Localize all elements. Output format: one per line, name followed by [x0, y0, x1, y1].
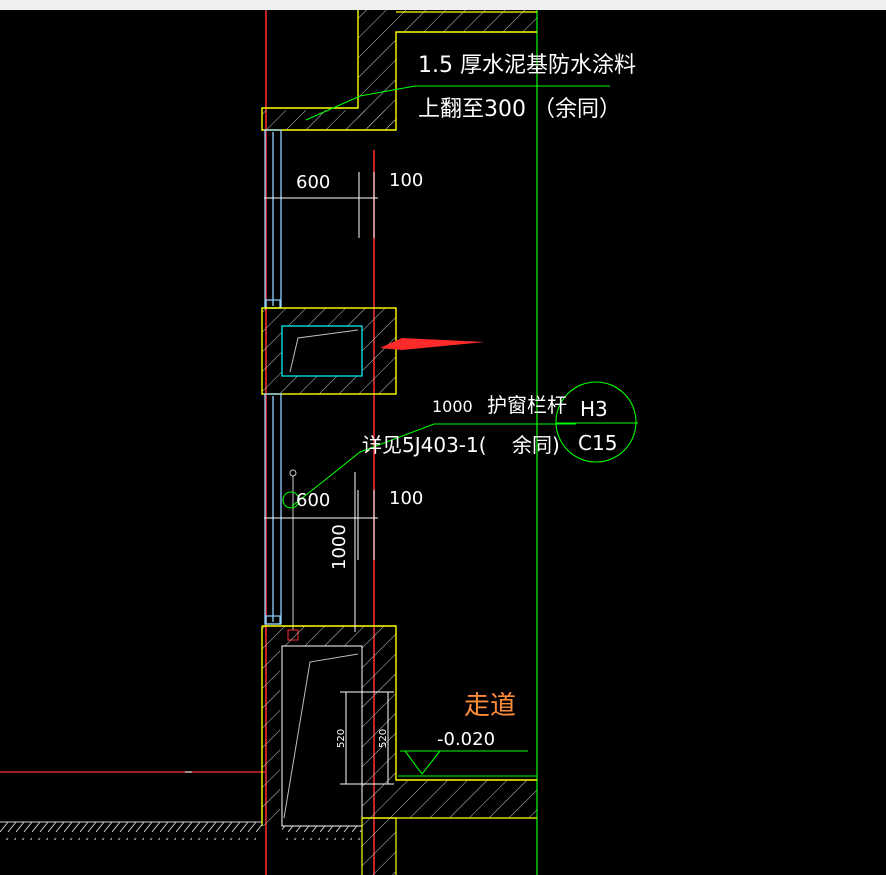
top-slab-hatch	[396, 10, 537, 32]
lower-width-dim: 600	[296, 490, 330, 511]
railing-reference: 详见5J403-1(	[362, 433, 487, 457]
upper-width-dim: 600	[296, 172, 330, 193]
floor-slab-hatch	[362, 780, 537, 818]
section-symbol-bottom: C15	[578, 431, 617, 455]
railing-height-dim: 1000	[329, 524, 350, 570]
cad-section-drawing: 1.5 厚水泥基防水涂料 上翻至300 （余同） 600 100 1000 护窗…	[0, 10, 638, 875]
section-symbol-top: H3	[580, 397, 608, 421]
railing-label: 护窗栏杆	[487, 393, 567, 417]
lower-slab-hatch	[262, 626, 396, 646]
ground-right-hatch	[282, 826, 362, 840]
lower-edge-dim: 100	[389, 488, 423, 509]
middle-beam	[261, 307, 397, 395]
lower-right-wall-hatch	[362, 646, 396, 780]
corridor-elevation: -0.020	[437, 729, 495, 750]
railing-post-top	[289, 469, 297, 477]
upper-edge-dim: 100	[389, 170, 423, 191]
elevation-triangle	[404, 750, 441, 775]
railing-reference-tail: 余同)	[512, 433, 560, 457]
corridor-label: 走道	[464, 691, 516, 721]
lower-wall-core	[281, 645, 363, 827]
lower-window	[264, 393, 282, 625]
upper-slab-hatch	[262, 110, 396, 130]
ground-hatch	[0, 822, 262, 840]
upper-window	[264, 129, 282, 309]
small-dim-right-text: 520	[378, 729, 389, 748]
small-dim-left-text: 520	[336, 729, 347, 748]
lower-left-wall-hatch	[262, 646, 280, 826]
railing-dim-text: 1000	[432, 397, 473, 416]
waterproof-note-line1: 1.5 厚水泥基防水涂料	[418, 53, 636, 78]
waterproof-note-line2: 上翻至300 （余同）	[418, 97, 621, 122]
foundation-hatch	[362, 818, 396, 875]
middle-beam-core	[281, 325, 363, 377]
viewer-top-bar	[0, 0, 886, 10]
